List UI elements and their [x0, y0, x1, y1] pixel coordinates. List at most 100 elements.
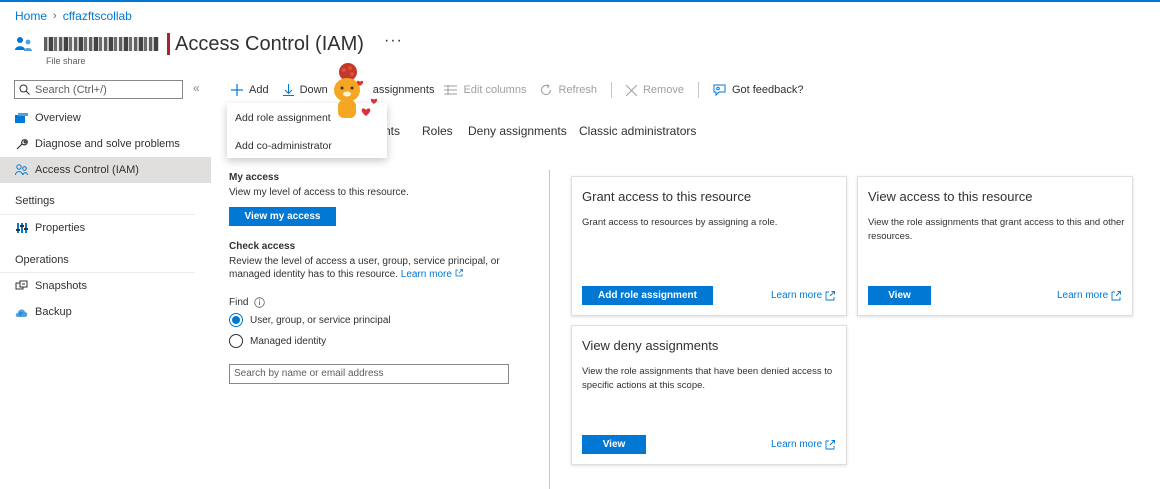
- radio-user-group-principal[interactable]: User, group, or service principal: [229, 313, 391, 327]
- info-icon: [254, 297, 266, 308]
- tab-deny-assignments[interactable]: Deny assignments: [468, 124, 567, 138]
- my-access-title: My access: [229, 172, 280, 183]
- sidebar-item-diagnose[interactable]: Diagnose and solve problems: [0, 131, 211, 157]
- my-access-description: View my level of access to this resource…: [229, 187, 409, 198]
- view-my-access-button[interactable]: View my access: [229, 207, 336, 226]
- check-access-title: Check access: [229, 241, 296, 252]
- sidebar-item-label: Backup: [35, 306, 72, 318]
- more-options-button[interactable]: ···: [384, 32, 403, 50]
- sidebar-item-access-control[interactable]: Access Control (IAM): [0, 157, 211, 183]
- check-access-description-line1: Review the level of access a user, group…: [229, 256, 500, 267]
- breadcrumb: Home › cffazftscollab: [15, 9, 132, 23]
- refresh-button[interactable]: Refresh: [540, 84, 597, 96]
- view-learn-more-link[interactable]: Learn more: [1057, 290, 1122, 301]
- edit-columns-button[interactable]: Edit columns: [444, 84, 526, 96]
- radio-unselected-indicator: [229, 334, 243, 348]
- check-access-search-input[interactable]: Search by name or email address: [229, 364, 509, 384]
- remove-button[interactable]: Remove: [625, 84, 684, 96]
- sidebar-item-backup[interactable]: Backup: [0, 299, 211, 325]
- download-label-start: Down: [299, 84, 328, 96]
- wrench-icon: [15, 138, 28, 151]
- sidebar-item-label: Overview: [35, 112, 81, 124]
- command-bar: Add Down assignments Edit columns Refres…: [231, 80, 818, 100]
- radio-label: Managed identity: [250, 335, 327, 347]
- title-separator: [167, 33, 170, 55]
- breadcrumb-home[interactable]: Home: [15, 9, 47, 23]
- feedback-label: Got feedback?: [731, 84, 804, 96]
- grant-learn-more-link[interactable]: Learn more: [771, 290, 836, 301]
- find-label: Find: [229, 297, 249, 308]
- external-link-icon: [1111, 290, 1122, 300]
- breadcrumb-resource[interactable]: cffazftscollab: [63, 9, 132, 23]
- card-description: View the role assignments that have been…: [582, 366, 833, 391]
- check-access-panel: My access View my level of access to thi…: [229, 172, 529, 412]
- external-link-icon: [825, 439, 836, 449]
- snapshot-icon: [15, 280, 28, 293]
- card-title: View deny assignments: [582, 338, 719, 353]
- search-icon: [19, 84, 30, 95]
- sidebar: Search (Ctrl+/) « Overview Diagnose and …: [0, 76, 211, 489]
- close-icon: [625, 84, 637, 96]
- add-role-assignment-button[interactable]: Add role assignment: [582, 286, 713, 305]
- sidebar-item-snapshots[interactable]: Snapshots: [0, 273, 211, 299]
- people-icon: [15, 164, 28, 177]
- page-title: Access Control (IAM): [175, 32, 364, 55]
- sidebar-item-label: Snapshots: [35, 280, 87, 292]
- add-label: Add: [249, 84, 269, 96]
- add-button[interactable]: Add: [231, 84, 269, 96]
- sidebar-item-label: Diagnose and solve problems: [35, 138, 180, 150]
- properties-icon: [15, 222, 28, 235]
- collapse-sidebar-button[interactable]: «: [193, 81, 200, 95]
- plus-icon: [231, 84, 243, 96]
- card-title: Grant access to this resource: [582, 189, 752, 204]
- learn-more-label: Learn more: [771, 290, 823, 301]
- learn-more-link[interactable]: Learn more: [401, 269, 452, 280]
- sidebar-item-properties[interactable]: Properties: [0, 215, 211, 241]
- card-description: View the role assignments that grant acc…: [868, 217, 1125, 242]
- deny-learn-more-link[interactable]: Learn more: [771, 439, 836, 450]
- view-deny-assignments-button[interactable]: View: [582, 435, 646, 454]
- learn-more-label: Learn more: [771, 439, 823, 450]
- iam-resource-icon: [15, 37, 32, 51]
- tab-strip: nts Roles Deny assignments Classic admin…: [384, 124, 704, 140]
- radio-managed-identity[interactable]: Managed identity: [229, 334, 326, 348]
- page-header: Access Control (IAM) ···: [14, 32, 403, 56]
- refresh-icon: [541, 84, 552, 96]
- menu-item-add-co-administrator[interactable]: Add co-administrator: [235, 140, 332, 152]
- radio-label: User, group, or service principal: [250, 314, 391, 326]
- find-label-row: Find: [229, 296, 519, 309]
- tab-classic-administrators[interactable]: Classic administrators: [579, 124, 696, 138]
- remove-label: Remove: [642, 84, 684, 96]
- external-link-icon: [825, 290, 836, 300]
- top-accent-line: [0, 0, 1160, 2]
- sidebar-search-input[interactable]: Search (Ctrl+/): [14, 80, 183, 99]
- toolbar-separator: [610, 82, 612, 98]
- toolbar-separator: [697, 82, 699, 98]
- resource-type: File share: [46, 56, 86, 66]
- redacted-resource-name: [44, 37, 159, 51]
- menu-item-add-role-assignment[interactable]: Add role assignment: [235, 112, 331, 124]
- deny-assignments-card: View deny assignments View the role assi…: [571, 325, 847, 465]
- feedback-button[interactable]: Got feedback?: [713, 84, 804, 96]
- radio-selected-indicator: [229, 313, 243, 327]
- chevron-right-icon: ›: [53, 10, 57, 22]
- backup-cloud-icon: [15, 306, 28, 319]
- sidebar-item-overview[interactable]: Overview: [0, 105, 211, 131]
- check-access-description-line2: managed identity has to this resource. L…: [229, 268, 519, 281]
- sidebar-section-settings: Settings: [15, 195, 55, 207]
- columns-icon: [444, 85, 458, 95]
- feedback-icon: [713, 84, 726, 96]
- view-access-card: View access to this resource View the ro…: [857, 176, 1133, 316]
- sidebar-item-label: Properties: [35, 222, 86, 234]
- sidebar-section-operations: Operations: [15, 254, 69, 266]
- card-title: View access to this resource: [868, 189, 1033, 204]
- tab-roles[interactable]: Roles: [422, 124, 453, 138]
- refresh-label: Refresh: [558, 84, 597, 96]
- view-role-assignments-button[interactable]: View: [868, 286, 931, 305]
- card-description: Grant access to resources by assigning a…: [582, 217, 778, 228]
- sidebar-item-label: Access Control (IAM): [35, 164, 139, 176]
- external-link-icon: [455, 269, 463, 277]
- sidebar-search-placeholder: Search (Ctrl+/): [35, 83, 107, 96]
- grant-access-card: Grant access to this resource Grant acce…: [571, 176, 847, 316]
- overview-icon: [15, 112, 28, 125]
